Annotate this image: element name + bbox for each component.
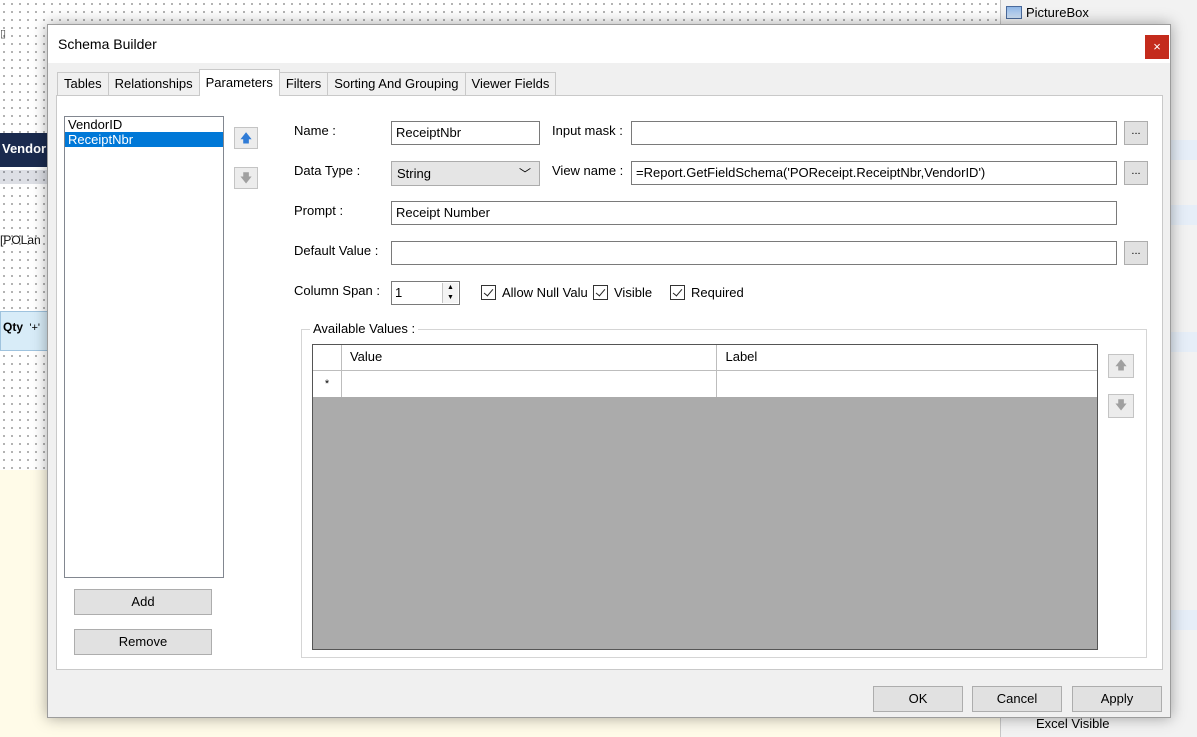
arrow-up-icon: 🡅 — [239, 131, 253, 145]
column-span-value: 1 — [395, 285, 403, 300]
spin-up-icon[interactable]: ▲ — [443, 283, 458, 293]
designer-ruler-mark: ▯ — [0, 28, 7, 40]
close-button[interactable]: × — [1145, 35, 1169, 59]
default-value-field[interactable] — [391, 241, 1117, 265]
allow-null-checkbox[interactable]: Allow Null Valu — [481, 285, 588, 300]
available-values-group: Available Values : Value Label * 🡅 🡇 — [301, 321, 1147, 658]
available-values-title: Available Values : — [310, 321, 419, 336]
qty-label: Qty — [3, 320, 24, 334]
arrow-down-icon: 🡇 — [1114, 398, 1128, 412]
data-type-value: String — [397, 166, 431, 181]
new-row-marker: * — [313, 371, 342, 397]
apply-button[interactable]: Apply — [1072, 686, 1162, 712]
new-row-value-cell[interactable] — [342, 371, 718, 397]
add-button[interactable]: Add — [74, 589, 212, 615]
checkmark-icon — [593, 285, 608, 300]
tab-tables[interactable]: Tables — [57, 72, 109, 96]
panel-stripe — [1170, 140, 1197, 160]
visible-checkbox[interactable]: Visible — [591, 285, 653, 300]
toolbox-item-picturebox[interactable]: PictureBox — [1006, 5, 1089, 20]
available-values-grid[interactable]: Value Label * — [312, 344, 1098, 650]
data-type-label: Data Type : — [294, 163, 361, 178]
prompt-label: Prompt : — [294, 203, 344, 218]
column-header-value[interactable]: Value — [342, 345, 718, 370]
required-label: Required — [691, 285, 744, 300]
column-span-label: Column Span : — [294, 283, 380, 298]
list-item[interactable]: VendorID — [65, 117, 223, 132]
data-type-select[interactable]: String ﹀ — [391, 161, 540, 186]
panel-stripe — [1170, 610, 1197, 630]
cancel-button[interactable]: Cancel — [972, 686, 1062, 712]
spin-down-icon[interactable]: ▼ — [443, 293, 458, 303]
name-field[interactable]: ReceiptNbr — [391, 121, 540, 145]
spin-buttons[interactable]: ▲ ▼ — [442, 283, 458, 303]
panel-stripe — [1170, 205, 1197, 225]
band-divider — [0, 170, 48, 184]
grid-header: Value Label — [313, 345, 1097, 371]
tab-viewer-fields[interactable]: Viewer Fields — [464, 72, 557, 96]
input-mask-field[interactable] — [631, 121, 1117, 145]
qty-suffix: '+' — [29, 322, 40, 334]
tab-parameters[interactable]: Parameters — [198, 69, 280, 96]
name-label: Name : — [294, 123, 336, 138]
close-icon: × — [1153, 39, 1161, 54]
parameters-tab-page: VendorID ReceiptNbr 🡅 🡇 Add Remove Name … — [56, 95, 1163, 670]
row-header-corner — [313, 345, 342, 370]
picturebox-label: PictureBox — [1026, 5, 1089, 20]
default-value-browse-button[interactable]: ... — [1124, 241, 1148, 265]
move-down-button[interactable]: 🡇 — [234, 167, 258, 189]
checkmark-icon — [670, 285, 685, 300]
chevron-down-icon: ﹀ — [518, 167, 531, 181]
arrow-up-icon: 🡅 — [1114, 358, 1128, 372]
column-header-label[interactable]: Label — [717, 345, 1097, 370]
parameter-list[interactable]: VendorID ReceiptNbr — [64, 116, 224, 578]
values-move-up-button[interactable]: 🡅 — [1108, 354, 1134, 378]
tab-filters[interactable]: Filters — [278, 72, 329, 96]
excel-visible-property[interactable]: Excel Visible — [1036, 716, 1109, 731]
tab-strip: Tables Relationships Parameters Filters … — [57, 69, 557, 96]
title-bar[interactable]: Schema Builder × — [48, 25, 1170, 63]
panel-stripe — [1170, 332, 1197, 352]
move-up-button[interactable]: 🡅 — [234, 127, 258, 149]
input-mask-browse-button[interactable]: ... — [1124, 121, 1148, 145]
view-name-browse-button[interactable]: ... — [1124, 161, 1148, 185]
polan-field: [POLan — [0, 233, 41, 247]
prompt-field[interactable]: Receipt Number — [391, 201, 1117, 225]
allow-null-label: Allow Null Valu — [502, 285, 588, 300]
visible-label: Visible — [614, 285, 653, 300]
arrow-down-icon: 🡇 — [239, 171, 253, 185]
checkmark-icon — [481, 285, 496, 300]
column-span-stepper[interactable]: 1 ▲ ▼ — [391, 281, 460, 305]
ok-button[interactable]: OK — [873, 686, 963, 712]
tab-sorting-and-grouping[interactable]: Sorting And Grouping — [327, 72, 466, 96]
values-move-down-button[interactable]: 🡇 — [1108, 394, 1134, 418]
dialog-title: Schema Builder — [58, 36, 157, 52]
qty-header-cell: Qty '+' — [0, 311, 48, 351]
vendor-band-label: Vendor — [0, 133, 48, 167]
remove-button[interactable]: Remove — [74, 629, 212, 655]
tab-relationships[interactable]: Relationships — [107, 72, 200, 96]
new-row[interactable]: * — [313, 371, 1097, 397]
required-checkbox[interactable]: Required — [670, 285, 744, 300]
input-mask-label: Input mask : — [552, 123, 623, 138]
default-value-label: Default Value : — [294, 243, 379, 258]
picture-icon — [1006, 6, 1022, 19]
schema-builder-dialog: Schema Builder × Tables Relationships Pa… — [47, 24, 1171, 718]
view-name-field[interactable]: =Report.GetFieldSchema('POReceipt.Receip… — [631, 161, 1117, 185]
view-name-label: View name : — [552, 163, 624, 178]
new-row-label-cell[interactable] — [717, 371, 1097, 397]
list-item[interactable]: ReceiptNbr — [65, 132, 223, 147]
